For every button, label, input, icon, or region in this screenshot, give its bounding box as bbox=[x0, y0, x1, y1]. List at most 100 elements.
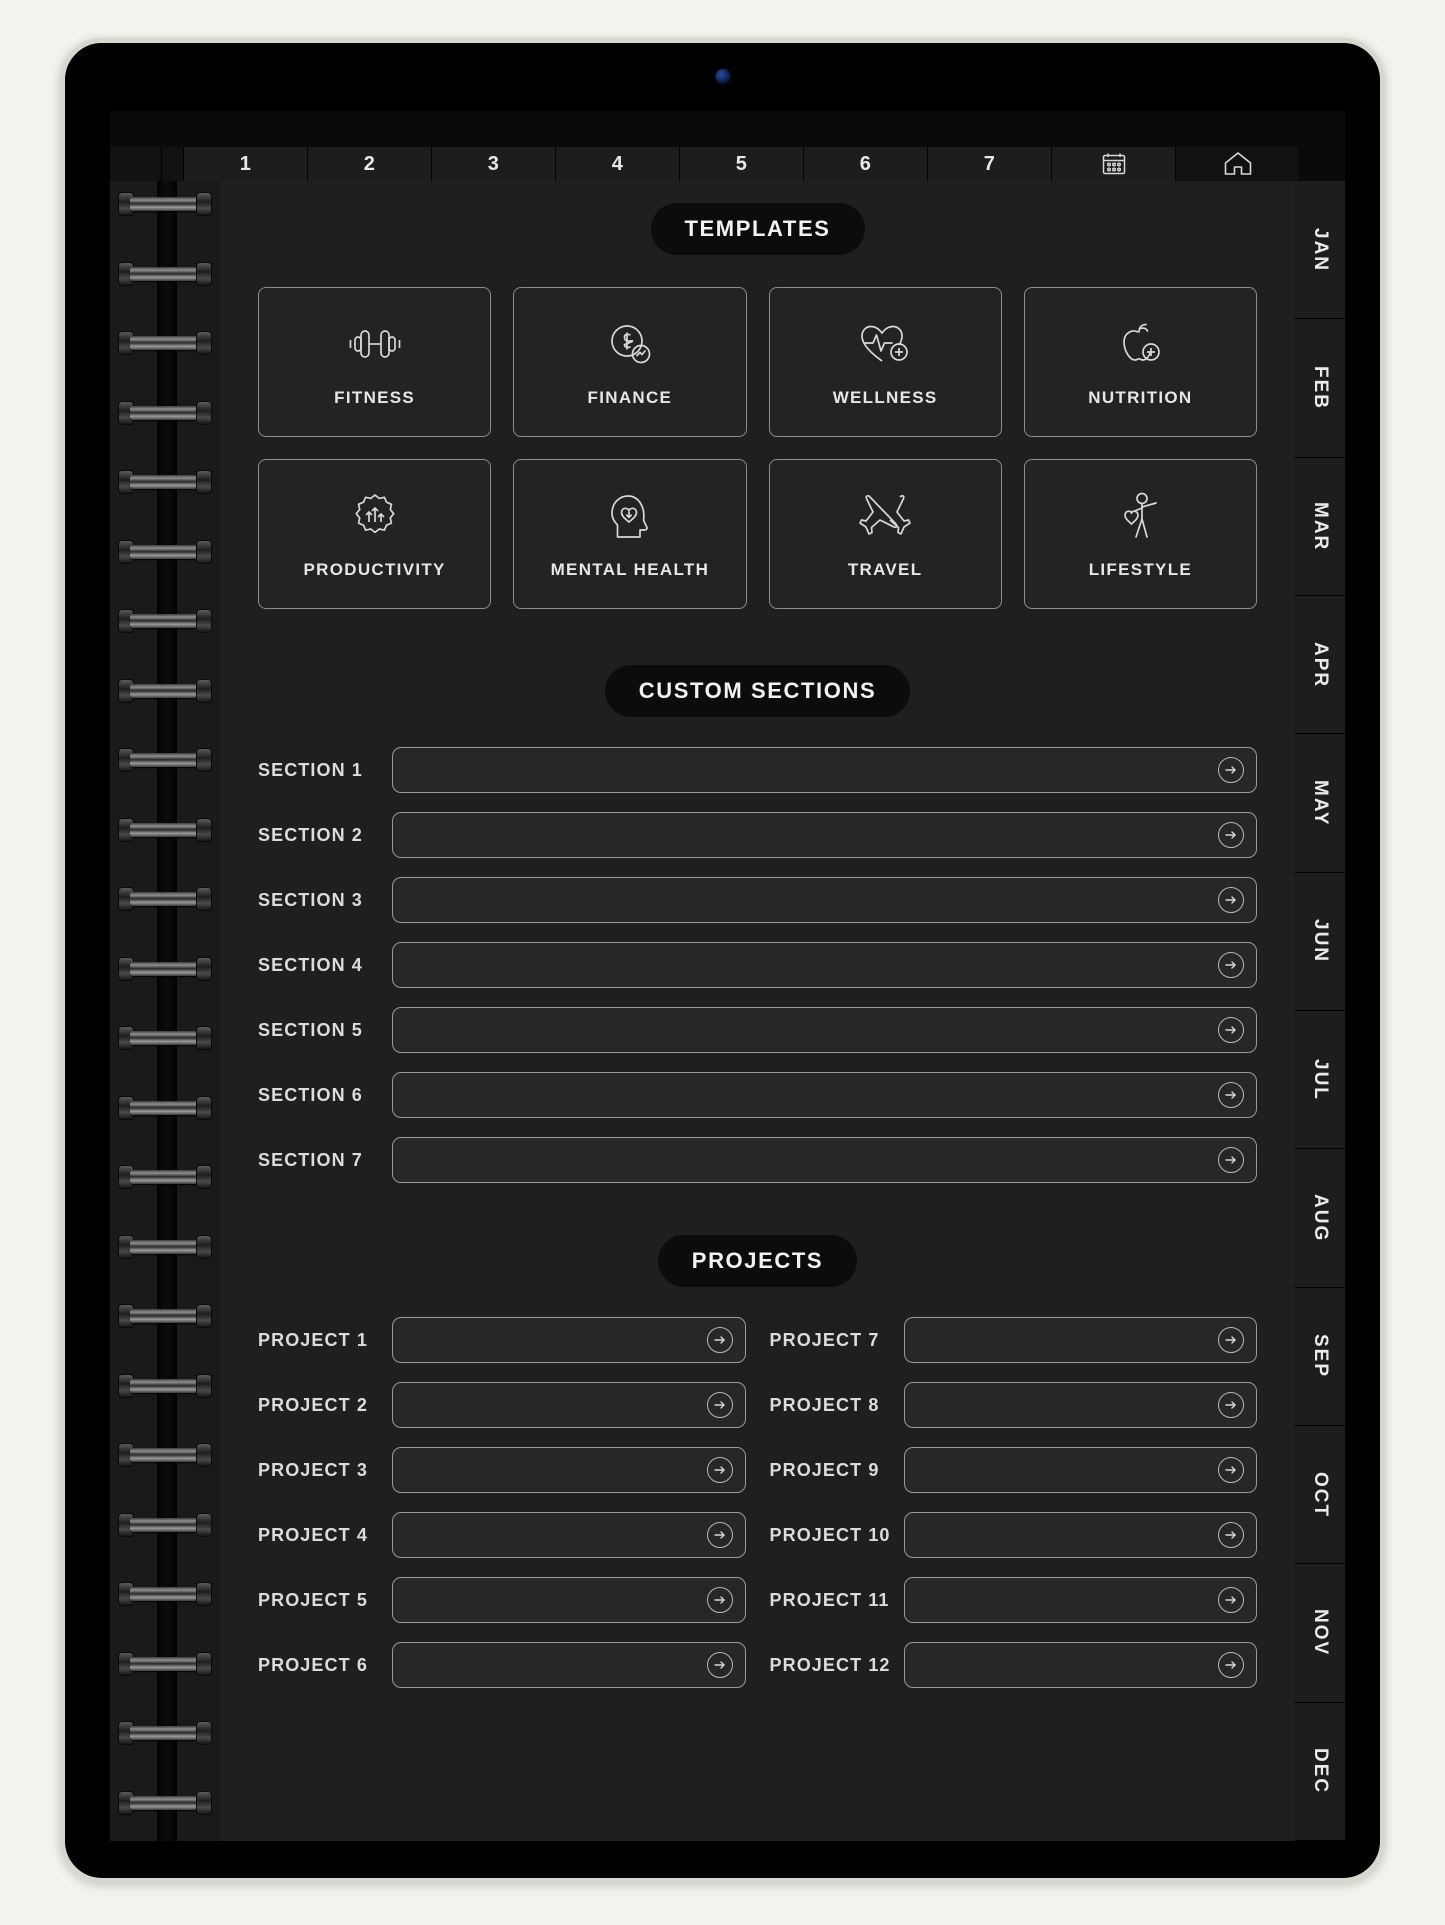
section-input-3[interactable] bbox=[392, 877, 1257, 923]
dumbbell-icon bbox=[348, 316, 402, 372]
arrow-right-icon[interactable] bbox=[706, 1522, 733, 1548]
arrow-right-icon[interactable] bbox=[1218, 1017, 1244, 1043]
tab-number-6[interactable]: 6 bbox=[804, 147, 928, 181]
month-tab-sep[interactable]: SEP bbox=[1295, 1287, 1345, 1426]
spiral-ring bbox=[116, 328, 214, 358]
tab-number-3[interactable]: 3 bbox=[432, 147, 556, 181]
template-card-fitness[interactable]: FITNESS bbox=[258, 287, 492, 437]
template-card-mental-health[interactable]: MENTAL HEALTH bbox=[513, 459, 747, 609]
spiral-ring bbox=[116, 606, 214, 636]
templates-heading-wrap: TEMPLATES bbox=[258, 203, 1257, 255]
project-row-11: PROJECT 11 bbox=[770, 1577, 1257, 1623]
arrow-right-icon[interactable] bbox=[706, 1392, 733, 1418]
arrow-right-icon[interactable] bbox=[1218, 952, 1244, 978]
spiral-ring bbox=[116, 884, 214, 914]
page-content: TEMPLATES FITNESS FINANCE WELLNESS NUTRI… bbox=[220, 181, 1295, 1841]
section-input-5[interactable] bbox=[392, 1007, 1257, 1053]
section-input-4[interactable] bbox=[392, 942, 1257, 988]
tab-number-5[interactable]: 5 bbox=[680, 147, 804, 181]
month-tab-oct[interactable]: OCT bbox=[1295, 1425, 1345, 1565]
month-tab-apr[interactable]: APR bbox=[1295, 595, 1345, 735]
month-tab-may[interactable]: MAY bbox=[1295, 734, 1345, 873]
spiral-ring bbox=[116, 1649, 214, 1679]
project-input-3[interactable] bbox=[392, 1447, 746, 1493]
month-tab-feb[interactable]: FEB bbox=[1295, 319, 1345, 458]
spiral-ring bbox=[116, 1301, 214, 1331]
arrow-right-icon[interactable] bbox=[706, 1652, 733, 1678]
project-row-8: PROJECT 8 bbox=[769, 1382, 1257, 1428]
arrow-right-icon[interactable] bbox=[1218, 1082, 1244, 1108]
tab-number-1[interactable]: 1 bbox=[184, 147, 308, 181]
growth-arrows-badge-icon bbox=[351, 488, 399, 544]
arrow-right-icon[interactable] bbox=[1218, 1652, 1244, 1678]
tab-number-4[interactable]: 4 bbox=[556, 147, 680, 181]
arrow-right-icon[interactable] bbox=[1218, 1392, 1244, 1418]
arrow-right-icon[interactable] bbox=[1218, 887, 1244, 913]
spiral-ring bbox=[116, 676, 214, 706]
custom-sections-heading-wrap: CUSTOM SECTIONS bbox=[258, 665, 1257, 717]
tab-number-7[interactable]: 7 bbox=[928, 147, 1052, 181]
tab-home[interactable] bbox=[1176, 147, 1300, 181]
tab-number-2[interactable]: 2 bbox=[308, 147, 432, 181]
month-tab-jul[interactable]: JUL bbox=[1295, 1010, 1345, 1150]
section-input-2[interactable] bbox=[392, 812, 1257, 858]
tab-number-5-label: 5 bbox=[735, 152, 748, 175]
project-input-7[interactable] bbox=[903, 1317, 1257, 1363]
project-input-4[interactable] bbox=[392, 1512, 746, 1558]
tablet-device-frame: 1 2 3 4 5 6 7 TEMPLATES FITNESS FINANCE … bbox=[60, 38, 1385, 1883]
template-card-nutrition-label: NUTRITION bbox=[1088, 388, 1193, 407]
section-row-6-label: SECTION 6 bbox=[258, 1084, 363, 1105]
month-tab-jan[interactable]: JAN bbox=[1295, 181, 1345, 320]
project-input-6[interactable] bbox=[392, 1642, 746, 1688]
template-card-fitness-label: FITNESS bbox=[334, 388, 416, 407]
template-card-travel[interactable]: TRAVEL bbox=[768, 459, 1002, 609]
template-card-lifestyle[interactable]: LIFESTYLE bbox=[1023, 459, 1257, 609]
arrow-right-icon[interactable] bbox=[1218, 822, 1244, 848]
template-card-lifestyle-label: LIFESTYLE bbox=[1088, 560, 1193, 579]
project-input-5[interactable] bbox=[392, 1577, 746, 1623]
section-input-6[interactable] bbox=[392, 1072, 1257, 1118]
arrow-right-icon[interactable] bbox=[706, 1587, 733, 1613]
template-card-wellness-label: WELLNESS bbox=[832, 388, 938, 407]
spiral-binding bbox=[110, 181, 220, 1841]
section-input-1[interactable] bbox=[392, 747, 1257, 793]
month-tab-mar[interactable]: MAR bbox=[1295, 457, 1345, 596]
template-card-finance[interactable]: FINANCE bbox=[513, 287, 747, 437]
project-row-10-label: PROJECT 10 bbox=[769, 1524, 891, 1545]
spiral-ring bbox=[116, 398, 214, 428]
arrow-right-icon[interactable] bbox=[706, 1457, 733, 1483]
arrow-right-icon[interactable] bbox=[1218, 1147, 1244, 1173]
crossed-planes-icon bbox=[858, 488, 912, 544]
project-row-6-label: PROJECT 6 bbox=[258, 1654, 368, 1675]
month-tab-aug[interactable]: AUG bbox=[1295, 1149, 1345, 1288]
section-row-1: SECTION 1 bbox=[258, 747, 1257, 793]
tab-calendar[interactable] bbox=[1052, 147, 1176, 181]
project-input-12[interactable] bbox=[903, 1642, 1257, 1688]
month-tab-jun[interactable]: JUN bbox=[1295, 872, 1345, 1011]
home-icon bbox=[1223, 151, 1253, 177]
project-input-2[interactable] bbox=[392, 1382, 746, 1428]
project-row-1-label: PROJECT 1 bbox=[258, 1329, 368, 1350]
project-row-8-label: PROJECT 8 bbox=[769, 1394, 880, 1415]
arrow-right-icon[interactable] bbox=[1218, 1457, 1244, 1483]
project-input-11[interactable] bbox=[903, 1577, 1257, 1623]
arrow-right-icon[interactable] bbox=[1218, 1327, 1244, 1353]
arrow-right-icon[interactable] bbox=[706, 1327, 733, 1353]
section-row-6: SECTION 6 bbox=[258, 1072, 1257, 1118]
section-input-7[interactable] bbox=[392, 1137, 1257, 1183]
arrow-right-icon[interactable] bbox=[1218, 757, 1244, 783]
template-card-productivity[interactable]: PRODUCTIVITY bbox=[258, 459, 492, 609]
arrow-right-icon[interactable] bbox=[1218, 1522, 1244, 1548]
template-card-nutrition[interactable]: NUTRITION bbox=[1023, 287, 1257, 437]
project-row-6: PROJECT 6 bbox=[258, 1642, 746, 1688]
project-input-9[interactable] bbox=[903, 1447, 1257, 1493]
project-input-1[interactable] bbox=[392, 1317, 746, 1363]
arrow-right-icon[interactable] bbox=[1218, 1587, 1244, 1613]
template-card-wellness[interactable]: WELLNESS bbox=[768, 287, 1002, 437]
project-input-10[interactable] bbox=[903, 1512, 1257, 1558]
project-row-5-label: PROJECT 5 bbox=[258, 1589, 368, 1610]
month-tab-nov[interactable]: NOV bbox=[1295, 1564, 1345, 1703]
month-tab-dec[interactable]: DEC bbox=[1295, 1702, 1345, 1841]
month-tab-jan-label: JAN bbox=[1310, 227, 1331, 272]
project-input-8[interactable] bbox=[903, 1382, 1257, 1428]
